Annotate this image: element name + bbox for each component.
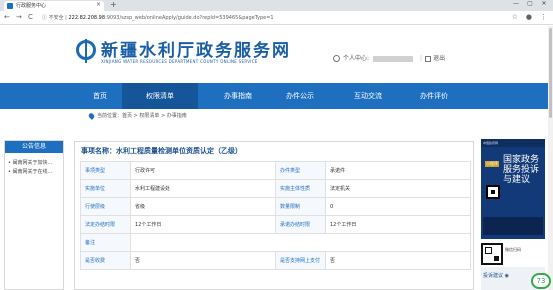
row-label: 事项类型 bbox=[80, 161, 131, 180]
url-host: 222.82.208.98 bbox=[68, 15, 106, 21]
row-value: 水利工程建设处 bbox=[130, 179, 276, 198]
row-label: 办件类型 bbox=[275, 161, 326, 180]
floating-counter-badge[interactable]: 73 bbox=[531, 273, 551, 289]
divider: | bbox=[420, 55, 423, 62]
window-controls: — ▢ ✕ bbox=[509, 0, 551, 7]
complaint-banner[interactable]: 中国政府网 小程序 国家政务服务投诉与建议 bbox=[481, 139, 545, 239]
mini-program-badge: 小程序 bbox=[485, 161, 499, 167]
url-text: ⓘ 不安全 | 222.82.208.98:9093/szsp_web/onli… bbox=[42, 15, 274, 21]
nav-item-power-list[interactable]: 权限清单 bbox=[122, 83, 198, 109]
row-value: 12个工作日 bbox=[325, 215, 471, 234]
banner-footer bbox=[483, 217, 543, 235]
banner-tag: 中国政府网 bbox=[483, 141, 499, 145]
scroll-thumb[interactable] bbox=[549, 28, 552, 118]
table-row: 行使层级 省级 数量限制 0 bbox=[80, 197, 471, 216]
address-bar: ← → C ⓘ 不安全 | 222.82.208.98:9093/szsp_we… bbox=[0, 11, 553, 25]
close-tab-icon[interactable]: × bbox=[96, 1, 101, 8]
breadcrumb-text[interactable]: 当前位置：首页 > 权限清单 > 办事指南 bbox=[97, 113, 187, 119]
row-label: 实施单位 bbox=[80, 179, 131, 198]
reload-icon[interactable]: C bbox=[28, 13, 33, 21]
nav-item-interaction[interactable]: 互动交流 bbox=[330, 83, 406, 109]
sidebar-title: 公告信息 bbox=[5, 141, 63, 153]
row-label: 是否支持网上支付 bbox=[275, 251, 326, 270]
row-value: 行政许可 bbox=[130, 161, 276, 180]
table-row: 法定办结时限 12个工作日 承诺办结时限 12个工作日 bbox=[80, 215, 471, 234]
detail-table: 事项类型 行政许可 办件类型 承诺件 实施单位 水利工程建设处 实施主体性质 法… bbox=[80, 161, 471, 270]
site-favicon-icon bbox=[7, 3, 13, 9]
row-value: 省级 bbox=[130, 197, 276, 216]
row-value bbox=[130, 233, 471, 252]
logout-icon[interactable] bbox=[425, 55, 432, 62]
browser-tab-bar: 行政服务中心 × + — ▢ ✕ bbox=[0, 0, 553, 11]
row-value: 否 bbox=[130, 251, 276, 270]
back-icon[interactable]: ← bbox=[4, 13, 10, 21]
user-center-link[interactable]: 个人中心: bbox=[343, 55, 369, 62]
nav-item-evaluation[interactable]: 办件评价 bbox=[396, 83, 472, 109]
qr-code-icon bbox=[481, 243, 503, 265]
row-value: 否 bbox=[325, 251, 471, 270]
forward-icon[interactable]: → bbox=[16, 13, 22, 21]
row-value: 0 bbox=[325, 197, 471, 216]
main-nav: 首页 权限清单 办事指南 办件公示 互动交流 办件评价 bbox=[0, 83, 553, 109]
menu-icon[interactable]: ⋮ bbox=[540, 13, 547, 21]
table-row: 备注 bbox=[80, 233, 471, 252]
account-icon[interactable]: ● bbox=[526, 13, 532, 21]
logout-link[interactable]: 退出 bbox=[433, 55, 445, 62]
sidebar-item[interactable]: • 闽南网关于加快... bbox=[5, 157, 63, 166]
row-label: 是否收费 bbox=[80, 251, 131, 270]
table-row: 事项类型 行政许可 办件类型 承诺件 bbox=[80, 161, 471, 180]
row-label: 备注 bbox=[80, 233, 131, 252]
security-indicator[interactable]: ⓘ 不安全 bbox=[42, 15, 64, 21]
url-path: :9093/szsp_web/onlineApply/guide.do?repI… bbox=[105, 15, 274, 21]
main-content: 事项名称：水利工程质量检测单位资质认定（乙级） 事项类型 行政许可 办件类型 承… bbox=[74, 141, 474, 290]
url-field[interactable]: ⓘ 不安全 | 222.82.208.98:9093/szsp_web/onli… bbox=[42, 13, 512, 23]
maximize-icon[interactable]: ▢ bbox=[523, 0, 537, 7]
nav-item-public[interactable]: 办件公示 bbox=[262, 83, 338, 109]
sidebar-item[interactable]: • 闽南网关于在线... bbox=[5, 166, 63, 175]
row-value: 承诺件 bbox=[325, 161, 471, 180]
row-label: 数量限制 bbox=[275, 197, 326, 216]
site-subtitle: XINJIANG WATER RESOURCES DEPARTMENT COUN… bbox=[101, 59, 258, 64]
qr-code-icon bbox=[486, 185, 500, 199]
page-scrollbar[interactable] bbox=[548, 26, 553, 290]
location-pin-icon bbox=[87, 111, 96, 120]
page-title: 事项名称：水利工程质量检测单位资质认定（乙级） bbox=[81, 147, 242, 155]
tab-title: 行政服务中心 bbox=[16, 3, 47, 9]
new-tab-button[interactable]: + bbox=[110, 0, 117, 10]
qr-caption: 微信扫码 bbox=[505, 247, 521, 252]
site-header: 新疆水利厅政务服务网 XINJIANG WATER RESOURCES DEPA… bbox=[0, 26, 553, 83]
complaint-link-text: 投诉建议 ◉ bbox=[483, 273, 509, 279]
right-rail: 中国政府网 小程序 国家政务服务投诉与建议 微信扫码 投诉建议 ◉ bbox=[481, 139, 545, 290]
table-row: 实施单位 水利工程建设处 实施主体性质 法定机关 bbox=[80, 179, 471, 198]
row-label: 行使层级 bbox=[80, 197, 131, 216]
ministry-logo-icon[interactable] bbox=[76, 39, 96, 63]
user-icon bbox=[333, 55, 340, 62]
browser-tab[interactable]: 行政服务中心 × bbox=[4, 1, 104, 11]
bookmark-star-icon[interactable]: ☆ bbox=[512, 13, 518, 21]
address-bar-actions: ☆ ● ⋮ bbox=[504, 13, 547, 21]
announcement-sidebar: 公告信息 • 闽南网关于加快... • 闽南网关于在线... bbox=[4, 140, 64, 290]
site-title[interactable]: 新疆水利厅政务服务网 bbox=[101, 36, 291, 61]
row-label: 法定办结时限 bbox=[80, 215, 131, 234]
user-area: 个人中心: | 退出 bbox=[333, 53, 445, 62]
breadcrumb: 当前位置：首页 > 权限清单 > 办事指南 bbox=[87, 111, 187, 120]
user-name-redacted bbox=[373, 55, 414, 62]
row-value: 法定机关 bbox=[325, 179, 471, 198]
table-row: 是否收费 否 是否支持网上支付 否 bbox=[80, 251, 471, 270]
row-label: 承诺办结时限 bbox=[275, 215, 326, 234]
close-window-icon[interactable]: ✕ bbox=[537, 0, 551, 7]
minimize-icon[interactable]: — bbox=[509, 0, 523, 7]
row-value: 12个工作日 bbox=[130, 215, 276, 234]
banner-text: 国家政务服务投诉与建议 bbox=[503, 155, 540, 185]
row-label: 实施主体性质 bbox=[275, 179, 326, 198]
